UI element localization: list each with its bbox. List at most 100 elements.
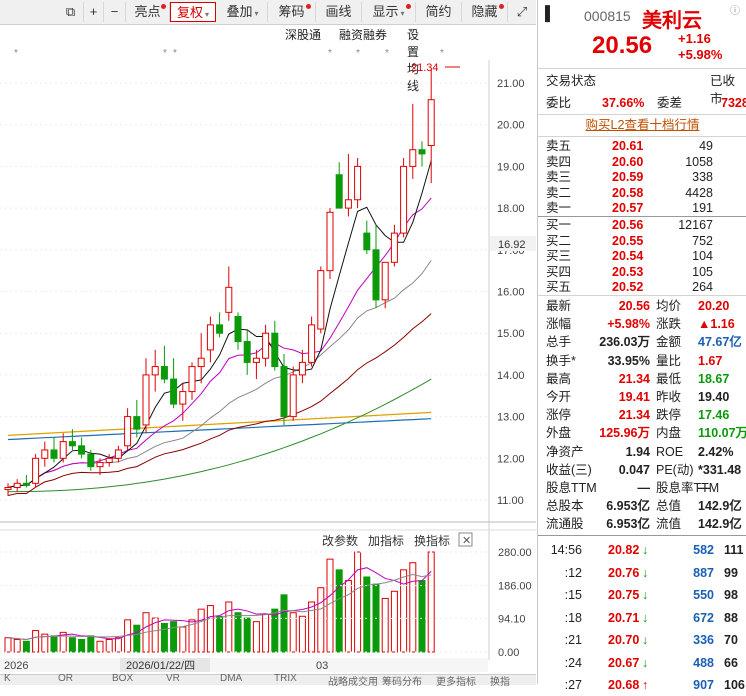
toolbar-highlights-button[interactable]: 亮点 xyxy=(126,2,170,22)
toolbar-hide-button[interactable]: 隐藏 xyxy=(462,2,508,22)
tick-direction-icon: ↓ xyxy=(642,655,649,670)
indicator-tab[interactable]: 换指 xyxy=(490,673,510,688)
candle-body xyxy=(363,232,371,251)
indicator-tab[interactable]: 更多指标 xyxy=(436,673,476,688)
toolbar-simple-button[interactable]: 简约 xyxy=(416,2,462,22)
info-icon[interactable]: ⓘ xyxy=(730,2,740,17)
stat-value: 18.67 xyxy=(698,371,730,386)
tick-volume: 488 xyxy=(693,655,714,670)
book-volume: 105 xyxy=(692,264,713,279)
svg-text:*: * xyxy=(328,48,332,59)
indicator-tab[interactable]: OR xyxy=(58,673,73,684)
close-icon: ✕ xyxy=(462,535,471,547)
candle-body xyxy=(206,324,214,351)
candle-body xyxy=(32,457,40,484)
svg-text:*: * xyxy=(440,48,444,59)
stat-value: 20.20 xyxy=(698,299,730,313)
book-label: 卖五 xyxy=(546,139,572,153)
ma120-line xyxy=(7,411,432,436)
book-volume: 191 xyxy=(692,201,713,215)
tick-row: :21 20.70 ↓ 336 70 xyxy=(538,629,746,651)
add-indicator-button[interactable]: 加指标 xyxy=(368,533,404,548)
indicator-tab[interactable]: K xyxy=(4,673,11,684)
volume-bar xyxy=(160,622,168,653)
stat-label: PE(动) xyxy=(656,462,694,477)
candle-body xyxy=(13,482,21,488)
stat-label: 换手* xyxy=(546,353,576,368)
book-volume: 264 xyxy=(692,280,713,294)
toolbar-draw-button[interactable]: 画线 xyxy=(316,2,362,22)
toolbar-chips-button[interactable]: 筹码 xyxy=(268,2,316,22)
stat-label: 均价 xyxy=(656,299,682,313)
ask-row: 卖二 20.58 4428 xyxy=(538,186,746,201)
indicator-tab[interactable]: DMA xyxy=(220,673,242,684)
notification-dot xyxy=(406,4,411,9)
book-label: 买一 xyxy=(546,218,572,232)
kline-chart[interactable]: *** **** 21.0020.0019.0018.0017.0016.001… xyxy=(0,44,536,674)
zoom-in-icon[interactable]: + xyxy=(84,2,104,22)
volume-bar xyxy=(216,615,224,653)
price-tick: 19.00 xyxy=(497,161,525,173)
stat-value: 236.03万 xyxy=(599,335,650,350)
tick-row: :18 20.71 ↓ 672 88 xyxy=(538,607,746,629)
link-margin[interactable]: 融资融券 xyxy=(339,26,387,43)
stat-value: 142.9亿 xyxy=(698,499,742,514)
l2-purchase-link[interactable]: 购买L2查看十档行情 xyxy=(538,116,746,134)
book-price: 20.58 xyxy=(612,185,644,200)
candle-body xyxy=(87,453,95,468)
volume-bar xyxy=(78,639,86,653)
zoom-out-icon[interactable]: − xyxy=(104,2,126,22)
indicator-tab[interactable]: VR xyxy=(166,673,180,684)
tick-direction-icon: ↓ xyxy=(642,543,649,557)
stat-label: 量比 xyxy=(656,353,682,368)
tick-price: 20.82 xyxy=(608,543,640,557)
indicator-tab[interactable]: TRIX xyxy=(274,673,297,684)
volume-bar xyxy=(317,587,325,653)
price-tick: 20.00 xyxy=(497,120,525,132)
tick-volume: 550 xyxy=(693,588,714,602)
stats-row: 总股本 6.953亿 总值 142.9亿 xyxy=(538,497,746,515)
chart-links: 深股通 融资融券 设置均线 ▾ xyxy=(285,26,420,93)
tick-volume: 336 xyxy=(693,633,714,647)
volume-bar xyxy=(326,558,334,653)
link-sgt[interactable]: 深股通 xyxy=(285,26,321,43)
stat-value: 110.07万 xyxy=(698,426,746,441)
volume-tick: 0.00 xyxy=(498,647,519,659)
indicator-tab[interactable]: 战略成交用 xyxy=(328,673,378,688)
layout-icon[interactable]: ⧉ xyxy=(58,2,84,22)
stats-row: 外盘 125.96万 内盘 110.07万 xyxy=(538,424,746,442)
candle-body xyxy=(427,99,435,147)
menu-icon[interactable]: ▌ xyxy=(545,5,555,21)
toolbar-overlay-button[interactable]: 叠加 ▾ xyxy=(218,2,268,22)
price-tick: 16.00 xyxy=(497,287,525,299)
price-axis: 21.0020.0019.0018.0017.0016.0015.0014.00… xyxy=(497,78,525,507)
book-price: 20.59 xyxy=(612,170,644,184)
stats-row: 总手 236.03万 金额 47.67亿 xyxy=(538,333,746,351)
indicator-tab[interactable]: 筹码分布 xyxy=(382,673,422,688)
toolbar-adjust-button[interactable]: 复权 ▾ xyxy=(170,2,216,22)
stats-row: 涨停 21.34 跌停 17.46 xyxy=(538,406,746,424)
volume-bar xyxy=(114,637,122,653)
svg-text:*: * xyxy=(385,48,389,59)
tick-count: 70 xyxy=(724,633,738,647)
switch-indicator-button[interactable]: 换指标 xyxy=(414,533,450,548)
candle-body xyxy=(381,261,389,301)
stat-value: — xyxy=(698,481,711,495)
price-grid xyxy=(0,82,489,501)
ma20-line xyxy=(7,260,432,488)
ask-row: 卖一 20.57 191 xyxy=(538,201,746,216)
candle-body xyxy=(68,441,76,447)
price-tick: 15.00 xyxy=(497,328,525,340)
book-label: 卖三 xyxy=(546,170,572,184)
book-price: 20.60 xyxy=(612,154,644,169)
indicator-tab[interactable]: BOX xyxy=(112,673,133,684)
tick-price: 20.68 xyxy=(608,678,640,692)
tick-time: :18 xyxy=(564,610,582,625)
edit-params-button[interactable]: 改参数 xyxy=(322,533,358,548)
tick-row: :24 20.67 ↓ 488 66 xyxy=(538,652,746,674)
volume-bar xyxy=(298,615,306,653)
fullscreen-icon[interactable]: ⤢ xyxy=(510,2,534,22)
stat-value: 2.42% xyxy=(698,444,734,459)
toolbar-display-button[interactable]: 显示 ▾ xyxy=(362,2,416,22)
book-volume: 338 xyxy=(692,170,713,184)
